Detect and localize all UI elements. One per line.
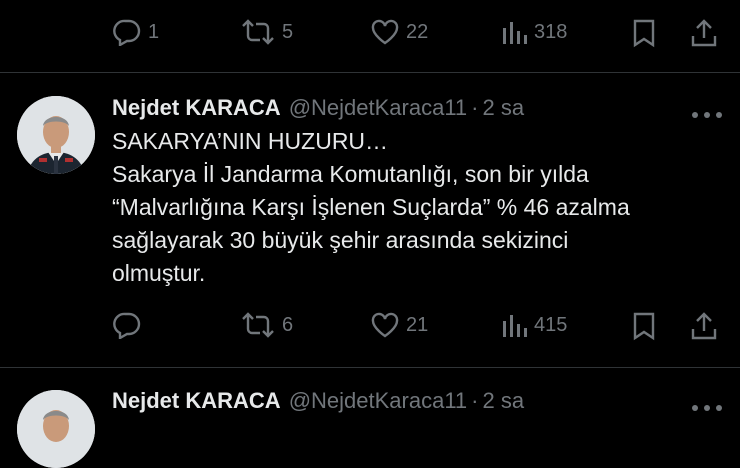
views-count: 318: [534, 20, 568, 43]
like-count: 21: [406, 313, 429, 336]
author-handle[interactable]: @NejdetKaraca11: [289, 95, 467, 121]
avatar-photo: [17, 390, 95, 468]
views-button[interactable]: 318: [500, 18, 567, 46]
tweet-actions: 6 21 415: [0, 307, 740, 347]
bookmark-icon: [633, 19, 655, 48]
tweet-text-line: “Malvarlığına Karşı İşlenen Suçlarda” % …: [112, 194, 630, 220]
avatar[interactable]: [17, 96, 95, 174]
tweet-text: SAKARYA’NIN HUZURU… Sakarya İl Jandarma …: [112, 125, 732, 290]
reply-button[interactable]: [112, 311, 148, 339]
retweet-count: 6: [282, 313, 294, 336]
tweet[interactable]: Nejdet KARACA @NejdetKaraca11 · 2 sa: [0, 368, 740, 468]
heart-icon: [371, 312, 399, 338]
retweet-button[interactable]: 5: [240, 18, 293, 46]
bookmark-button[interactable]: [632, 18, 656, 48]
tweet[interactable]: Nejdet KARACA @NejdetKaraca11 · 2 sa SAK…: [0, 73, 740, 367]
views-icon: [503, 315, 527, 337]
views-count: 415: [534, 313, 568, 336]
share-button[interactable]: [690, 311, 718, 341]
separator: ·: [471, 95, 479, 120]
separator: ·: [471, 388, 479, 413]
retweet-icon: [242, 19, 274, 45]
retweet-icon: [242, 312, 274, 338]
more-button[interactable]: [690, 398, 724, 418]
like-count: 22: [406, 20, 429, 43]
avatar-photo: [17, 96, 95, 174]
author-name[interactable]: Nejdet KARACA: [112, 388, 281, 414]
like-button[interactable]: 21: [370, 311, 428, 339]
tweet-header: Nejdet KARACA @NejdetKaraca11 · 2 sa: [112, 388, 524, 414]
views-button[interactable]: 415: [500, 311, 567, 339]
tweet-header: Nejdet KARACA @NejdetKaraca11 · 2 sa: [112, 95, 524, 121]
share-button[interactable]: [690, 18, 718, 48]
previous-tweet-actions: 1 5 22 318: [0, 12, 740, 52]
tweet-text-line: sağlayarak 30 büyük şehir arasında sekiz…: [112, 227, 569, 253]
avatar[interactable]: [17, 390, 95, 468]
views-icon: [503, 22, 527, 44]
reply-count: 1: [148, 20, 160, 43]
more-icon: [692, 112, 722, 118]
author-handle[interactable]: @NejdetKaraca11: [289, 388, 467, 414]
tweet-text-line: Sakarya İl Jandarma Komutanlığı, son bir…: [112, 161, 589, 187]
more-icon: [692, 405, 722, 411]
reply-icon: [113, 19, 141, 46]
share-icon: [691, 19, 717, 47]
heart-icon: [371, 19, 399, 45]
retweet-count: 5: [282, 20, 294, 43]
like-button[interactable]: 22: [370, 18, 428, 46]
reply-button[interactable]: 1: [112, 18, 159, 46]
reply-icon: [113, 312, 141, 339]
bookmark-icon: [633, 312, 655, 341]
share-icon: [691, 312, 717, 340]
timestamp[interactable]: 2 sa: [483, 95, 525, 121]
bookmark-button[interactable]: [632, 311, 656, 341]
timestamp[interactable]: 2 sa: [483, 388, 525, 414]
retweet-button[interactable]: 6: [240, 311, 293, 339]
more-button[interactable]: [690, 105, 724, 125]
tweet-text-line: SAKARYA’NIN HUZURU…: [112, 128, 389, 154]
tweet-text-line: olmuştur.: [112, 260, 206, 286]
author-name[interactable]: Nejdet KARACA: [112, 95, 281, 121]
